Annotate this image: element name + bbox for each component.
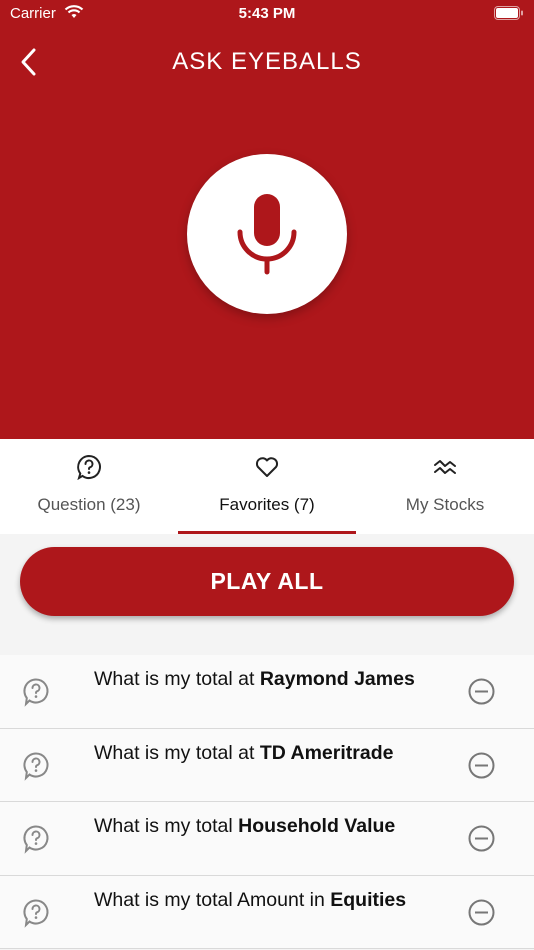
remove-favorite-icon[interactable] — [468, 825, 495, 852]
question-text: What is my total Amount in Equities — [94, 888, 407, 911]
header: Carrier 5:43 PM ASK EYEBALLS — [0, 0, 534, 439]
favorites-list: What is my total at Raymond James What i… — [0, 655, 534, 949]
list-item[interactable]: What is my total at TD Ameritrade — [0, 728, 534, 802]
active-tab-indicator — [178, 531, 356, 534]
remove-favorite-icon[interactable] — [468, 899, 495, 926]
list-item[interactable]: What is my total Amount in Equities — [0, 875, 534, 949]
list-item[interactable]: What is my total Household Value — [0, 802, 534, 876]
stocks-wave-icon — [434, 460, 456, 474]
tab-label: Favorites (7) — [219, 495, 315, 514]
question-text: What is my total Household Value — [94, 815, 396, 837]
tab-label: My Stocks — [405, 495, 485, 514]
question-text: What is my total at TD Ameritrade — [94, 741, 394, 764]
status-bar: Carrier 5:43 PM — [0, 0, 534, 30]
remove-favorite-icon[interactable] — [468, 678, 495, 705]
tab-favorites[interactable]: Favorites (7) — [178, 439, 356, 534]
tab-question[interactable]: Question (23) — [0, 439, 178, 534]
question-bubble-icon — [23, 751, 49, 781]
question-bubble-icon — [77, 454, 101, 480]
tab-my-stocks[interactable]: My Stocks — [356, 439, 534, 534]
microphone-icon — [237, 194, 297, 275]
tab-label: Question (23) — [37, 495, 141, 514]
tab-bar: Question (23) Favorites (7) My Stocks — [0, 439, 534, 534]
battery-icon — [494, 6, 523, 20]
microphone-button[interactable] — [187, 154, 347, 314]
play-all-button[interactable]: PLAY ALL — [20, 547, 514, 616]
heart-icon — [255, 457, 279, 477]
question-bubble-icon — [23, 898, 49, 928]
list-item[interactable]: What is my total at Raymond James — [0, 655, 534, 729]
question-bubble-icon — [23, 678, 49, 707]
question-text: What is my total at Raymond James — [94, 668, 415, 690]
question-bubble-icon — [23, 825, 49, 854]
page-title: ASK EYEBALLS — [172, 48, 362, 75]
remove-favorite-icon[interactable] — [468, 752, 495, 779]
clock: 5:43 PM — [238, 5, 296, 22]
